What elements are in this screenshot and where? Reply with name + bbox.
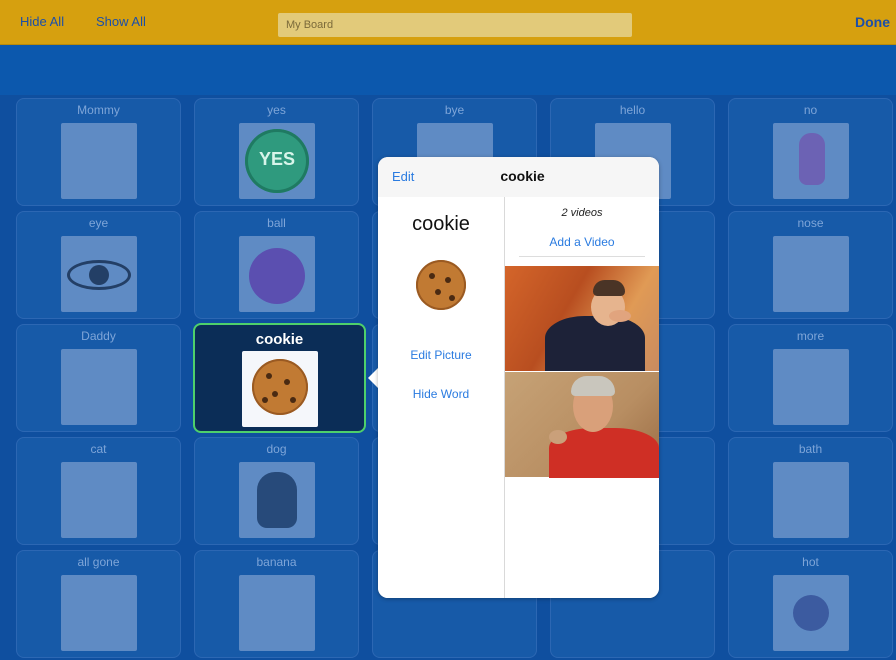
word-cell-bath[interactable]: bath bbox=[728, 437, 893, 545]
word-label: bath bbox=[798, 442, 823, 456]
yes-text: YES bbox=[258, 149, 296, 169]
show-all-button[interactable]: Show All bbox=[96, 14, 146, 29]
top-bar: Hide All Show All My Board Done bbox=[0, 0, 896, 45]
word-cell-eye[interactable]: eye bbox=[16, 211, 181, 319]
popover-arrow bbox=[368, 368, 378, 388]
word-cell-no[interactable]: no bbox=[728, 98, 893, 206]
board-name-field[interactable]: My Board bbox=[278, 13, 632, 37]
word-label: all gone bbox=[77, 555, 120, 569]
more-picture bbox=[773, 349, 849, 425]
video-thumbnail-1[interactable] bbox=[505, 266, 659, 371]
word-cell-dog[interactable]: dog bbox=[194, 437, 359, 545]
nose-picture bbox=[773, 236, 849, 312]
popover-title: cookie bbox=[500, 168, 545, 184]
daddy-picture bbox=[61, 349, 137, 425]
word-cell-banana[interactable]: banana bbox=[194, 550, 359, 658]
all-gone-picture bbox=[61, 575, 137, 651]
word-label: nose bbox=[797, 216, 824, 230]
word-label: cat bbox=[90, 442, 107, 456]
cookie-thumbnail bbox=[413, 257, 469, 313]
separator bbox=[519, 256, 645, 257]
word-cell-more[interactable]: more bbox=[728, 324, 893, 432]
word-label: cookie bbox=[255, 331, 304, 348]
word-label: hot bbox=[802, 555, 819, 569]
word-cell-daddy[interactable]: Daddy bbox=[16, 324, 181, 432]
dog-picture bbox=[239, 462, 315, 538]
ball-picture bbox=[239, 236, 315, 312]
word-label: no bbox=[803, 103, 818, 117]
cookie-picture bbox=[242, 351, 318, 427]
word-label: dog bbox=[266, 442, 287, 456]
word-cell-ball[interactable]: ball bbox=[194, 211, 359, 319]
word-cell-cookie-selected[interactable]: cookie bbox=[193, 323, 366, 433]
word-label: banana bbox=[256, 555, 297, 569]
word-label: yes bbox=[267, 103, 286, 117]
word-text: cookie bbox=[412, 213, 470, 235]
popover-word-panel: cookie Edit Picture Hide Word bbox=[378, 197, 504, 598]
word-label: Mommy bbox=[77, 103, 120, 117]
word-label: Daddy bbox=[81, 329, 116, 343]
word-cell-yes[interactable]: yes YES bbox=[194, 98, 359, 206]
bath-picture bbox=[773, 462, 849, 538]
header-band bbox=[0, 45, 896, 95]
video-thumbnail-2[interactable] bbox=[505, 372, 659, 478]
word-cell-all-gone[interactable]: all gone bbox=[16, 550, 181, 658]
word-label: ball bbox=[267, 216, 286, 230]
video-count: 2 videos bbox=[561, 207, 603, 219]
eye-picture bbox=[61, 236, 137, 312]
word-cell-mommy[interactable]: Mommy bbox=[16, 98, 181, 206]
done-button[interactable]: Done bbox=[855, 14, 890, 30]
word-cell-hot[interactable]: hot bbox=[728, 550, 893, 658]
yes-picture: YES bbox=[239, 123, 315, 199]
word-label: bye bbox=[444, 103, 465, 117]
word-label: more bbox=[796, 329, 825, 343]
hide-all-button[interactable]: Hide All bbox=[20, 14, 64, 29]
hide-word-button[interactable]: Hide Word bbox=[378, 387, 504, 401]
hot-picture bbox=[773, 575, 849, 651]
word-label: hello bbox=[619, 103, 646, 117]
word-cell-nose[interactable]: nose bbox=[728, 211, 893, 319]
word-popover: Edit cookie cookie Edit Picture Hide Wor… bbox=[378, 157, 659, 598]
word-cell-cat[interactable]: cat bbox=[16, 437, 181, 545]
edit-picture-button[interactable]: Edit Picture bbox=[378, 348, 504, 362]
popover-header: Edit cookie bbox=[378, 157, 659, 198]
word-label: eye bbox=[88, 216, 109, 230]
add-video-button[interactable]: Add a Video bbox=[505, 235, 659, 249]
mommy-picture bbox=[61, 123, 137, 199]
no-picture bbox=[773, 123, 849, 199]
banana-picture bbox=[239, 575, 315, 651]
popover-videos-panel: 2 videos Add a Video bbox=[505, 197, 659, 598]
cat-picture bbox=[61, 462, 137, 538]
